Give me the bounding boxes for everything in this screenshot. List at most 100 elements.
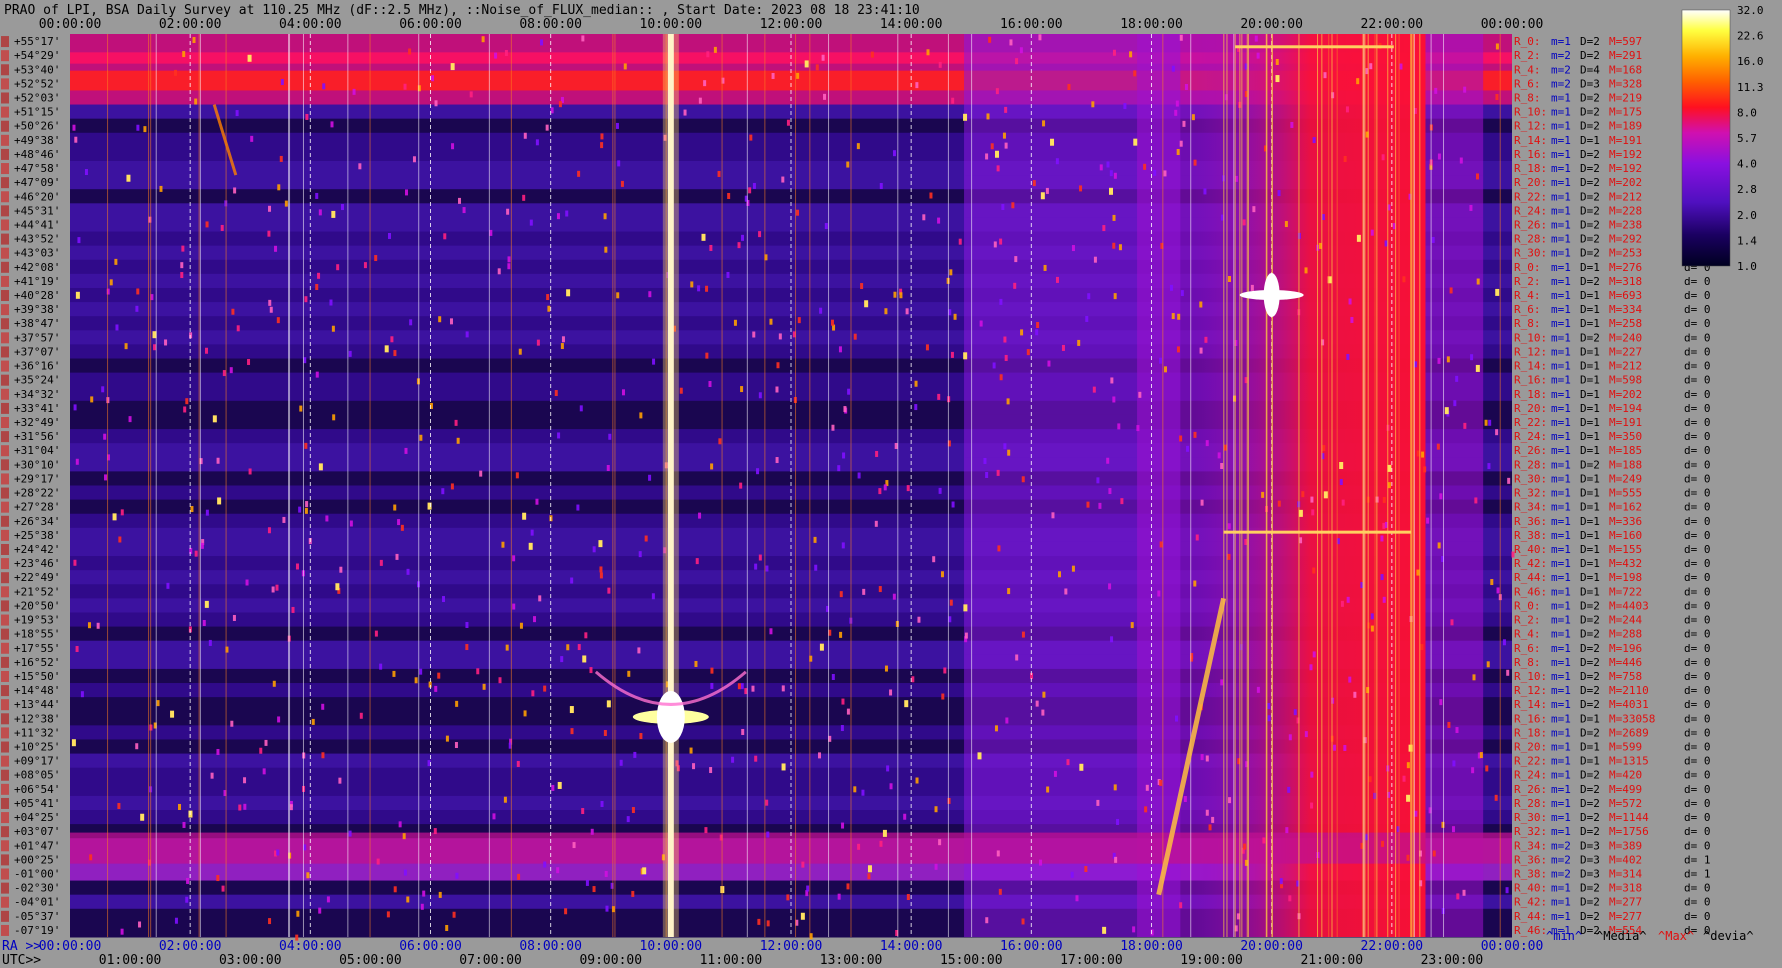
speck xyxy=(757,918,761,925)
beam-median: D=1 xyxy=(1580,416,1600,429)
speck xyxy=(1002,132,1006,139)
speck xyxy=(512,603,516,610)
speck xyxy=(713,46,717,53)
speck xyxy=(164,339,168,346)
speck xyxy=(796,209,800,216)
bright-speck xyxy=(867,865,872,873)
speck xyxy=(535,498,539,505)
beam-median: D=2 xyxy=(1580,656,1600,669)
bright-speck xyxy=(1102,926,1107,934)
speck xyxy=(442,596,446,603)
beam-dev: d= 0 xyxy=(1684,416,1711,429)
beam-median: D=1 xyxy=(1580,261,1600,274)
speck xyxy=(1112,214,1116,221)
top-tick-label: 12:00:00 xyxy=(760,17,823,32)
speck xyxy=(518,348,522,355)
speck xyxy=(1006,398,1010,405)
speck xyxy=(765,799,769,806)
speck xyxy=(1449,287,1453,294)
speck xyxy=(831,674,835,681)
speck xyxy=(1157,590,1161,597)
speck xyxy=(1507,477,1511,484)
speck xyxy=(1254,35,1258,42)
speck xyxy=(185,398,189,405)
beam-id: R_18: xyxy=(1514,726,1547,739)
beam-min: m=1 xyxy=(1551,360,1571,373)
speck xyxy=(403,83,407,90)
speck xyxy=(117,803,121,810)
speck xyxy=(419,668,423,675)
top-tick-label: 20:00:00 xyxy=(1240,17,1303,32)
speck xyxy=(1256,52,1260,59)
speck xyxy=(1455,727,1459,734)
speck xyxy=(705,352,709,359)
ra-tick-label: 04:00:00 xyxy=(279,939,342,954)
speck xyxy=(1086,501,1090,508)
speck xyxy=(943,667,947,674)
speck xyxy=(754,563,758,570)
beam-min: m=1 xyxy=(1551,755,1571,768)
beam-median: D=2 xyxy=(1580,120,1600,133)
bottom-time-axes: 00:00:00 02:00:00 04:00:00 06:00:00 08:00:00… xyxy=(39,939,1544,968)
speck xyxy=(1133,70,1137,77)
beam-max: M=240 xyxy=(1609,331,1642,344)
speck xyxy=(1113,784,1117,791)
beam-dev: d= 0 xyxy=(1684,444,1711,457)
speck xyxy=(194,550,198,557)
speck xyxy=(590,828,594,835)
dec-tick-label: +40°28' xyxy=(14,289,60,302)
speck xyxy=(906,894,910,901)
dec-tick-label: +47°09' xyxy=(14,176,60,189)
beam-stats-row: R_8:m=1D=2M=219d= 0 xyxy=(1514,91,1711,104)
speck xyxy=(72,124,76,131)
dec-tick-label: +20°50' xyxy=(14,599,60,612)
speck xyxy=(600,133,604,140)
bright-speck xyxy=(1079,763,1084,771)
speck xyxy=(883,484,887,491)
beam-max: M=227 xyxy=(1609,345,1642,358)
beam-median: D=2 xyxy=(1580,896,1600,909)
speck xyxy=(1015,58,1019,65)
speck xyxy=(296,910,300,917)
row-marker xyxy=(1,642,9,654)
beam-stats-row: R_12:m=1D=2M=189d= xyxy=(1514,120,1698,133)
beam-min: m=1 xyxy=(1551,670,1571,683)
beam-id: R_20: xyxy=(1514,741,1547,754)
speck xyxy=(230,720,234,727)
speck xyxy=(830,319,834,326)
speck xyxy=(737,683,741,690)
speck xyxy=(387,232,391,239)
beam-stats-row: R_28:m=1D=2M=292d= xyxy=(1514,233,1698,246)
speck xyxy=(992,362,996,369)
speck xyxy=(705,285,709,292)
beam-max: M=722 xyxy=(1609,585,1642,598)
speck xyxy=(889,689,893,696)
speck xyxy=(937,217,941,224)
beam-stats-row: R_12: m=1 D=1 M=227 d= 0 xyxy=(1514,345,1711,358)
beam-median: D=1 xyxy=(1580,289,1600,302)
colorbar-gradient xyxy=(1681,9,1731,267)
speck xyxy=(1252,206,1256,213)
speck xyxy=(1423,466,1427,473)
dec-tick-label: +04°25' xyxy=(14,811,60,824)
speck xyxy=(564,908,568,915)
beam-max: M=244 xyxy=(1609,614,1642,627)
beam-median: D=1 xyxy=(1580,317,1600,330)
beam-max: M=2110 xyxy=(1609,684,1649,697)
speck xyxy=(1191,114,1195,121)
speck xyxy=(879,840,883,847)
speck xyxy=(1459,157,1463,164)
speck xyxy=(210,772,214,779)
beam-id: R_34: xyxy=(1514,501,1547,514)
speck xyxy=(1169,284,1173,291)
speck xyxy=(174,69,178,76)
speck xyxy=(1117,423,1121,430)
speck xyxy=(262,768,266,775)
beam-id: R_40: xyxy=(1514,882,1547,895)
bright-speck xyxy=(566,289,571,297)
speck xyxy=(857,843,861,850)
bright-speck xyxy=(994,150,999,158)
bright-speck xyxy=(1444,407,1449,415)
speck xyxy=(1007,449,1011,456)
beam-median: D=2 xyxy=(1580,910,1600,923)
